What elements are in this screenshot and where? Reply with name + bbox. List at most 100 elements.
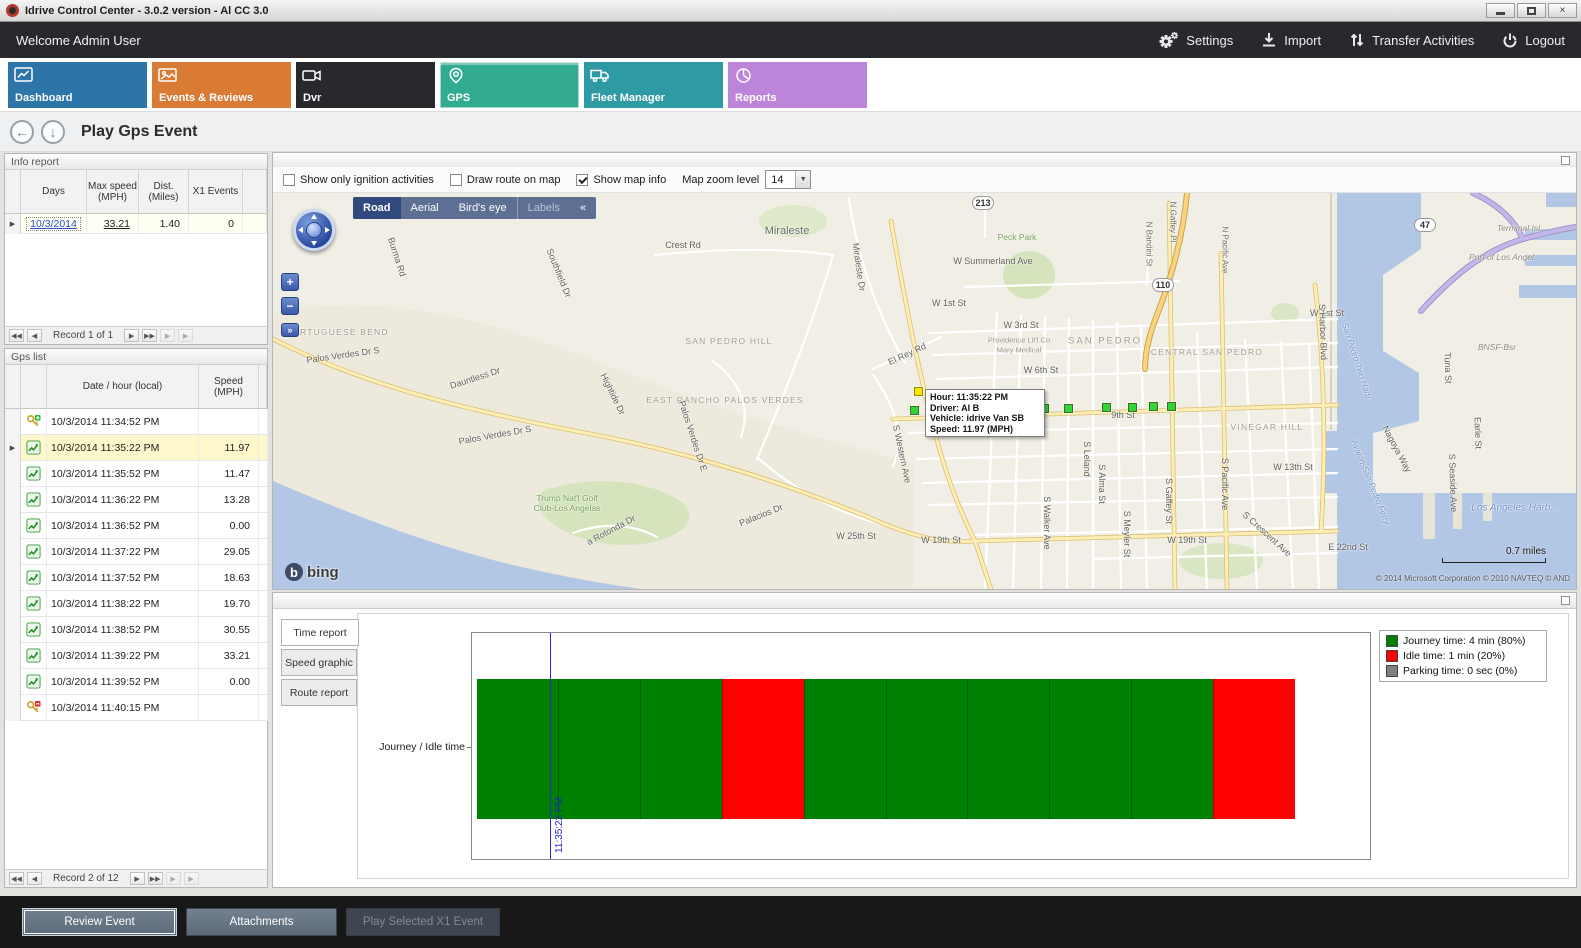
tile-dvr[interactable]: Dvr [296,62,435,108]
window-controls: × [1486,3,1577,18]
column-x1-events[interactable]: X1 Events [189,170,243,214]
settings-button[interactable]: Settings [1158,31,1233,49]
gps-activity-icon [21,643,47,669]
days-link[interactable]: 10/3/2014 [27,218,80,230]
info-report-row[interactable]: ▶ 10/3/2014 33.21 1.40 0 [5,214,267,234]
bing-b-icon: b [285,563,303,581]
pager-first-button[interactable]: ◀◀ [9,329,24,342]
back-button[interactable]: ← [10,120,34,144]
gps-point-marker[interactable] [1128,403,1137,412]
map-label: W 19th St [921,535,961,545]
tab-road[interactable]: Road [353,197,401,219]
zoom-in-button[interactable]: + [281,273,299,291]
time-cursor-label: 11:35:22 PM [554,797,565,853]
column-days[interactable]: Days [21,170,87,214]
column-date[interactable]: Date / hour (local) [47,365,199,409]
tile-reports[interactable]: Reports [728,62,867,108]
gps-activity-icon [21,513,47,539]
gps-list-pager: ◀◀ ◀ Record 2 of 12 ▶ ▶▶ ▶ ▶ [5,869,267,887]
collapse-tabs-button[interactable]: « [570,197,596,219]
gps-point-marker[interactable] [1149,402,1158,411]
gps-list-row[interactable]: 10/3/2014 11:36:22 PM 13.28 [5,487,267,513]
pager-next-button[interactable]: ▶ [130,872,145,885]
gps-list-row[interactable]: 10/3/2014 11:38:22 PM 19.70 [5,591,267,617]
pager-prev-button[interactable]: ◀ [27,872,42,885]
row-indicator [5,643,21,669]
pager-extra2-button[interactable]: ▶ [178,329,193,342]
pager-last-button[interactable]: ▶▶ [142,329,157,342]
checkbox-draw-route[interactable] [450,174,462,186]
filler-cell [259,565,268,591]
checkbox-ignition-activities[interactable] [283,174,295,186]
gps-list-row[interactable]: 10/3/2014 11:37:52 PM 18.63 [5,565,267,591]
gps-list-row[interactable]: 10/3/2014 11:35:52 PM 11.47 [5,461,267,487]
review-event-button[interactable]: Review Event [22,908,177,936]
pager-first-button[interactable]: ◀◀ [9,872,24,885]
legend-item: Parking time: 0 sec (0%) [1386,665,1540,677]
tab-time-report[interactable]: Time report [281,619,359,646]
minimize-button[interactable] [1486,3,1515,18]
gps-list-row[interactable]: 10/3/2014 11:34:52 PM [5,409,267,435]
map-label: S Meyler St [1122,511,1132,558]
logout-button[interactable]: Logout [1502,32,1565,48]
gps-list-row[interactable]: 10/3/2014 11:40:15 PM [5,695,267,721]
column-max-speed[interactable]: Max speed (MPH) [87,170,139,214]
tab-birds-eye[interactable]: Bird's eye [449,197,517,219]
pager-extra-button[interactable]: ▶ [160,329,175,342]
panel-maximize-icon[interactable] [1561,596,1570,605]
transfer-activities-button[interactable]: Transfer Activities [1349,32,1474,48]
pager-extra-button[interactable]: ▶ [166,872,181,885]
gps-point-marker[interactable] [910,406,919,415]
gps-list-row[interactable]: 10/3/2014 11:39:22 PM 33.21 [5,643,267,669]
tile-gps[interactable]: GPS [440,62,579,108]
pager-prev-button[interactable]: ◀ [27,329,42,342]
gps-point-marker[interactable] [1064,404,1073,413]
map-zoom-select[interactable]: 14▼ [765,170,811,189]
map-label: Trump Nat'l Golf [536,493,597,503]
selected-gps-point-marker[interactable] [914,387,923,396]
zoom-out-button[interactable]: − [281,297,299,315]
down-button[interactable]: ↓ [41,120,65,144]
gps-list-row[interactable]: 10/3/2014 11:39:52 PM 0.00 [5,669,267,695]
pager-next-button[interactable]: ▶ [124,329,139,342]
tooltip-speed: Speed: 11.97 (MPH) [930,424,1040,435]
gps-point-marker[interactable] [1102,403,1111,412]
column-distance[interactable]: Dist. (Miles) [139,170,189,214]
maximize-icon [1527,7,1536,15]
map-sidebar-toggle-button[interactable]: » [281,323,299,337]
import-button[interactable]: Import [1261,32,1321,48]
gps-list-row[interactable]: 10/3/2014 11:38:52 PM 30.55 [5,617,267,643]
panel-maximize-icon[interactable] [1561,156,1570,165]
tab-route-report[interactable]: Route report [281,679,357,706]
time-cursor-line[interactable] [550,633,551,859]
close-button[interactable]: × [1548,3,1577,18]
gps-list-row[interactable]: 10/3/2014 11:36:52 PM 0.00 [5,513,267,539]
pager-text: Record 2 of 12 [53,873,119,884]
tab-labels[interactable]: Labels [517,197,570,219]
gps-activity-icon [21,617,47,643]
max-speed-value[interactable]: 33.21 [104,218,130,230]
map-compass[interactable] [293,209,335,251]
column-speed[interactable]: Speed (MPH) [199,365,259,409]
maximize-button[interactable] [1517,3,1546,18]
tab-speed-graphic[interactable]: Speed graphic [281,649,357,676]
compass-center-icon[interactable] [306,222,322,238]
tile-fleet-manager[interactable]: Fleet Manager [584,62,723,108]
tooltip-vehicle: Vehicle: idrive Van SB [930,413,1040,424]
attachments-button[interactable]: Attachments [186,908,337,936]
tile-dashboard[interactable]: Dashboard [8,62,147,108]
tile-events-reviews[interactable]: Events & Reviews [152,62,291,108]
checkbox-show-map-info-label: Show map info [593,174,666,186]
gps-point-marker[interactable] [1167,402,1176,411]
map-canvas[interactable]: Miraleste Crest Rd Peck Park W Summerlan… [273,193,1576,589]
map-label: N Bandini St [1145,222,1154,266]
gps-list-row-selected[interactable]: ▶ 10/3/2014 11:35:22 PM 11.97 [5,435,267,461]
transfer-arrows-icon [1349,32,1365,48]
gps-list-row[interactable]: 10/3/2014 11:37:22 PM 29.05 [5,539,267,565]
tab-aerial[interactable]: Aerial [401,197,449,219]
ignition-on-icon [21,409,47,435]
pager-last-button[interactable]: ▶▶ [148,872,163,885]
welcome-text: Welcome Admin User [16,33,141,48]
checkbox-show-map-info[interactable] [576,174,588,186]
pager-extra2-button[interactable]: ▶ [184,872,199,885]
